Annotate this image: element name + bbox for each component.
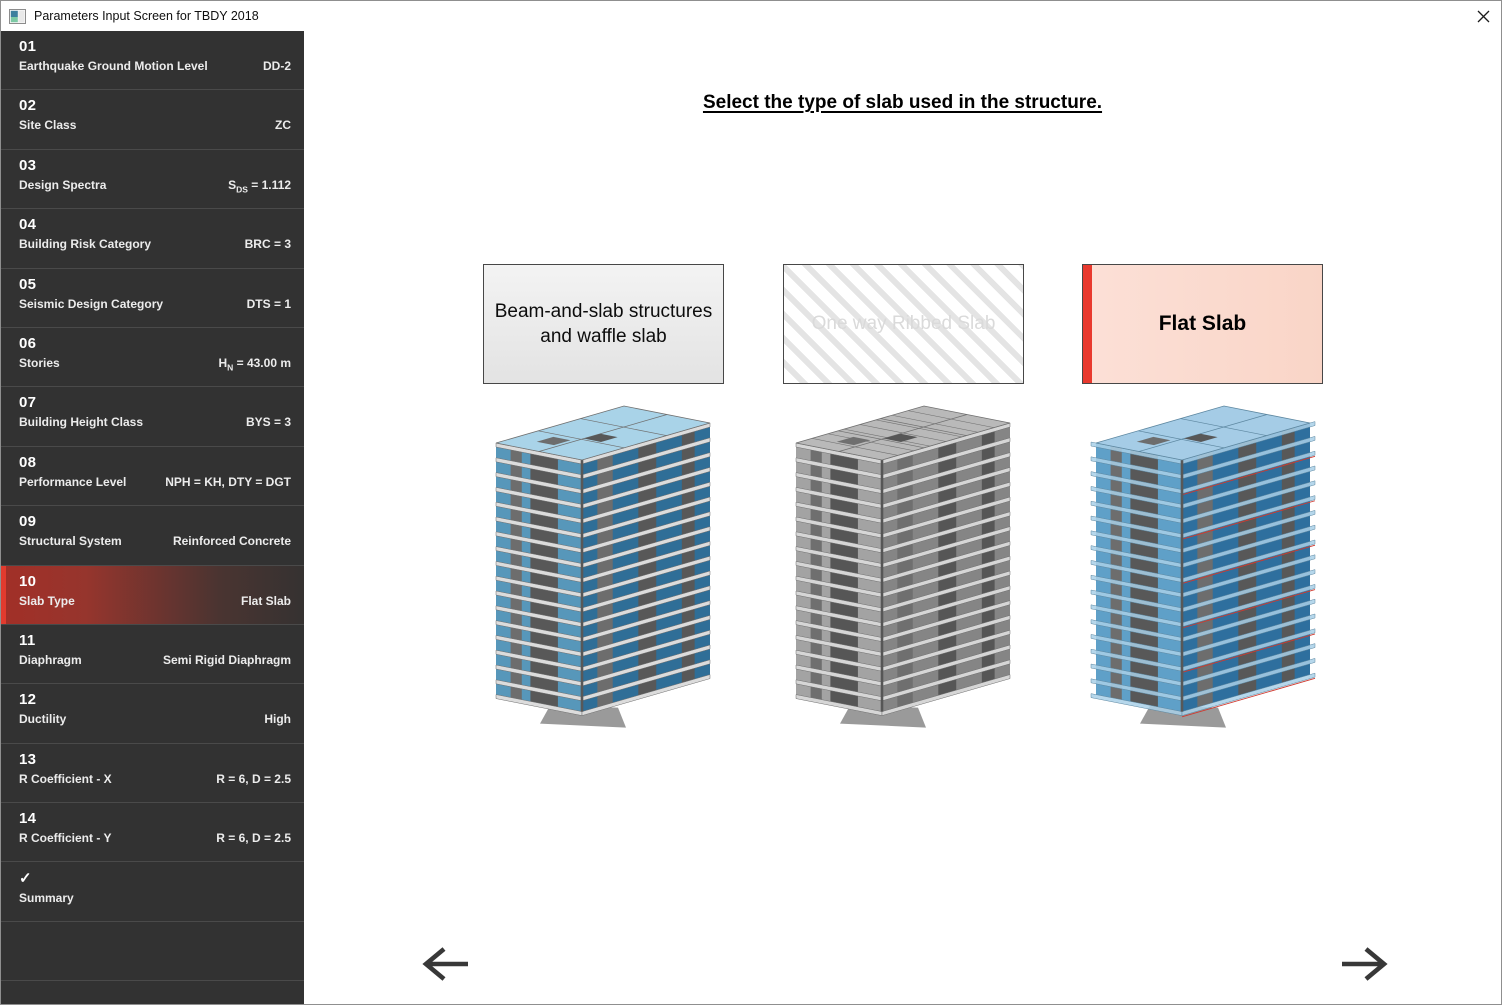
step-label: Building Height Class <box>19 415 144 430</box>
step-value: High <box>264 712 291 727</box>
step-label: Diaphragm <box>19 652 82 667</box>
step-value: HN = 43.00 m <box>218 355 291 373</box>
step-value: BRC = 3 <box>244 237 291 252</box>
back-arrow-button[interactable] <box>419 943 475 985</box>
sidebar-item-05[interactable]: 05 Seismic Design Category DTS = 1 <box>1 269 304 328</box>
step-number: 01 <box>19 38 37 55</box>
step-label: Seismic Design Category <box>19 296 164 311</box>
option-one-way-ribbed-label: One way Ribbed Slab <box>811 313 996 335</box>
step-number: 07 <box>19 394 37 412</box>
step-label: Summary <box>19 891 74 906</box>
step-number: 06 <box>19 334 37 352</box>
close-button[interactable] <box>1473 6 1493 26</box>
step-number: 04 <box>19 216 37 234</box>
step-value: Reinforced Concrete <box>172 534 291 549</box>
step-label: Performance Level <box>19 474 127 489</box>
option-beam-and-slab[interactable]: Beam-and-slab structures and waffle slab <box>483 264 724 384</box>
step-label: Stories <box>19 355 60 370</box>
step-number: 08 <box>19 453 37 471</box>
step-value: R = 6, D = 2.5 <box>216 831 291 846</box>
form-window-icon <box>9 8 26 24</box>
step-label: Design Spectra <box>19 177 107 192</box>
step-label: R Coefficient - X <box>19 771 112 786</box>
step-number: 11 <box>19 631 36 649</box>
sidebar-item-summary[interactable]: ✓ Summary <box>1 862 304 922</box>
sidebar-item-08[interactable]: 08 Performance Level NPH = KH, DTY = DGT <box>1 447 304 507</box>
page-title: Select the type of slab used in the stru… <box>702 92 1103 113</box>
step-value: R = 6, D = 2.5 <box>216 771 291 786</box>
step-number: 10 <box>19 572 37 590</box>
sidebar-item-11[interactable]: 11 Diaphragm Semi Rigid Diaphragm <box>1 625 304 685</box>
sidebar-empty-slot <box>1 922 304 982</box>
step-label: Earthquake Ground Motion Level <box>19 59 208 73</box>
step-value: DD-2 <box>262 59 291 73</box>
option-one-way-ribbed-slab[interactable]: One way Ribbed Slab <box>783 264 1024 384</box>
step-label: R Coefficient - Y <box>19 831 112 846</box>
step-number: 14 <box>19 810 37 828</box>
step-value: BYS = 3 <box>245 415 291 430</box>
step-label: Structural System <box>19 534 122 549</box>
sidebar-item-01[interactable]: 01 Earthquake Ground Motion Level DD-2 <box>1 31 304 91</box>
step-value: Flat Slab <box>240 593 291 608</box>
step-label: Slab Type <box>19 593 75 608</box>
step-number: 05 <box>19 275 37 293</box>
sidebar-item-13[interactable]: 13 R Coefficient - X R = 6, D = 2.5 <box>1 744 304 804</box>
building-model-one-way-ribbed <box>795 405 1011 728</box>
sidebar-item-12[interactable]: 12 Ductility High <box>1 684 304 744</box>
step-value: Semi Rigid Diaphragm <box>162 652 291 667</box>
titlebar: Parameters Input Screen for TBDY 2018 <box>1 1 1501 31</box>
building-model-flat-slab <box>1090 405 1316 728</box>
sidebar-item-02[interactable]: 02 Site Class ZC <box>1 90 304 150</box>
sidebar-steps: 01 Earthquake Ground Motion Level DD-2 02 Si… <box>1 31 304 1004</box>
step-number: 03 <box>19 156 37 174</box>
step-value: SDS = 1.112 <box>228 177 291 195</box>
step-number: 09 <box>19 513 37 531</box>
step-number: 02 <box>19 97 37 115</box>
option-flat-slab-label: Flat Slab <box>1158 312 1247 336</box>
sidebar-item-06[interactable]: 06 Stories HN = 43.00 m <box>1 328 304 388</box>
step-number: 13 <box>19 750 37 768</box>
window-title: Parameters Input Screen for TBDY 2018 <box>34 9 259 23</box>
option-flat-slab[interactable]: Flat Slab <box>1082 264 1323 384</box>
summary-check-icon: ✓ <box>19 870 32 888</box>
step-label: Site Class <box>19 118 77 133</box>
option-beam-and-slab-label: Beam-and-slab structures and waffle slab <box>494 300 713 347</box>
forward-arrow-button[interactable] <box>1335 943 1391 985</box>
step-value: DTS = 1 <box>246 296 291 311</box>
sidebar-item-07[interactable]: 07 Building Height Class BYS = 3 <box>1 387 304 447</box>
step-label: Building Risk Category <box>19 237 152 252</box>
step-label: Ductility <box>19 712 67 727</box>
step-number: 12 <box>19 691 37 709</box>
close-icon <box>1477 10 1489 22</box>
sidebar-item-14[interactable]: 14 R Coefficient - Y R = 6, D = 2.5 <box>1 803 304 863</box>
app-window: Parameters Input Screen for TBDY 2018 01… <box>0 0 1502 1005</box>
sidebar-item-03[interactable]: 03 Design Spectra SDS = 1.112 <box>1 150 304 210</box>
sidebar-item-10[interactable]: 10 Slab Type Flat Slab <box>1 565 304 625</box>
sidebar-item-04[interactable]: 04 Building Risk Category BRC = 3 <box>1 209 304 269</box>
right-arrow-icon <box>1342 947 1388 981</box>
sidebar-empty-slot <box>1 981 304 1004</box>
building-model-beam-and-slab <box>495 405 711 728</box>
step-value: NPH = KH, DTY = DGT <box>165 474 291 489</box>
sidebar-item-09[interactable]: 09 Structural System Reinforced Concrete <box>1 506 304 566</box>
step-value: ZC <box>275 118 291 133</box>
left-arrow-icon <box>422 947 468 981</box>
